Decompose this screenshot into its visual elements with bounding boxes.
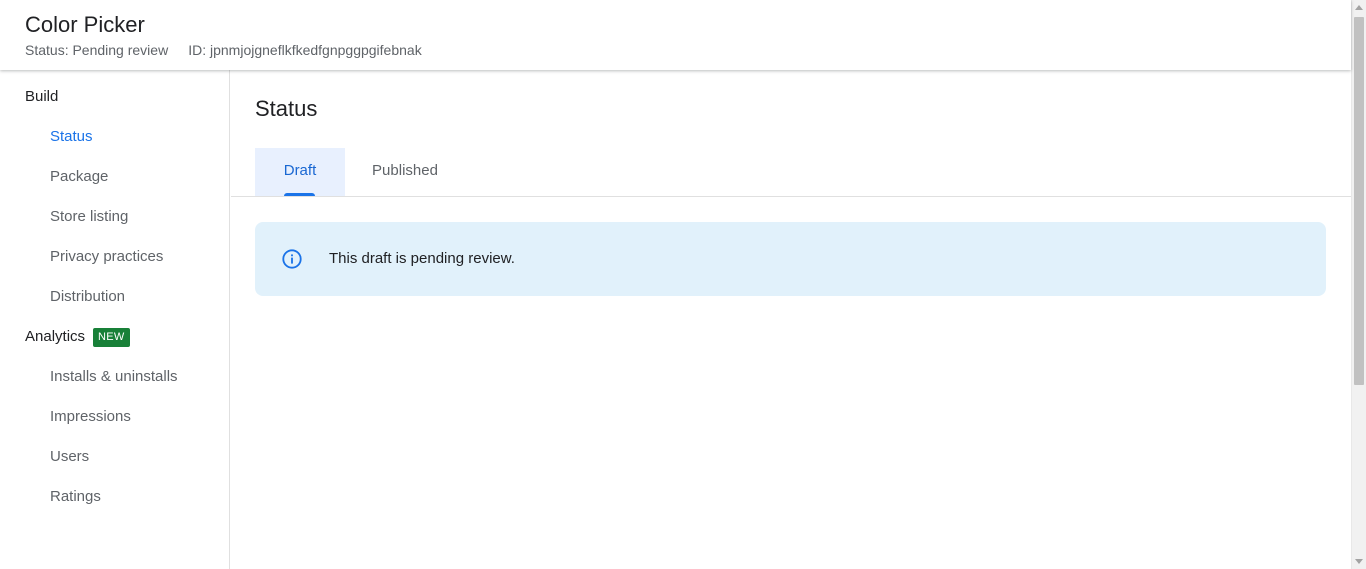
tab-label: Draft	[283, 162, 317, 179]
sidebar-item-users[interactable]: Users	[50, 447, 89, 467]
main-content: Status Draft Published This draft is pen…	[231, 70, 1351, 569]
sidebar-section-analytics: Analytics NEW	[25, 327, 130, 347]
sidebar-item-ratings[interactable]: Ratings	[50, 487, 101, 507]
sidebar: Build Status Package Store listing Priva…	[0, 70, 230, 569]
tab-selected-indicator	[284, 193, 315, 196]
app-title: Color Picker	[25, 12, 145, 37]
info-banner: This draft is pending review.	[255, 222, 1326, 296]
tab-bar: Draft Published	[231, 148, 1351, 197]
sidebar-item-package[interactable]: Package	[50, 167, 108, 187]
scroll-up-icon[interactable]	[1355, 5, 1363, 10]
sidebar-item-status[interactable]: Status	[50, 127, 93, 147]
vertical-scrollbar[interactable]	[1351, 0, 1366, 569]
sidebar-section-label: Build	[25, 88, 59, 105]
app-header: Color Picker Status: Pending review ID: j…	[0, 0, 1351, 70]
sidebar-item-store-listing[interactable]: Store listing	[50, 207, 128, 227]
scroll-down-icon[interactable]	[1355, 559, 1363, 564]
page-title: Status	[255, 96, 318, 121]
tab-label: Published	[372, 162, 438, 179]
sidebar-item-installs-uninstalls[interactable]: Installs & uninstalls	[50, 367, 178, 387]
item-id-text: ID: jpnmjojgneflkfkedfgnpggpgifebnak	[188, 42, 422, 58]
sidebar-item-distribution[interactable]: Distribution	[50, 287, 125, 307]
sidebar-section-label: Analytics	[25, 328, 86, 345]
new-badge: NEW	[93, 327, 130, 347]
tab-draft[interactable]: Draft	[255, 148, 345, 196]
tab-published[interactable]: Published	[359, 148, 451, 196]
info-icon	[282, 249, 302, 269]
sidebar-section-build: Build	[25, 87, 58, 107]
status-text: Status: Pending review	[25, 42, 169, 58]
sidebar-item-impressions[interactable]: Impressions	[50, 407, 131, 427]
scrollbar-thumb[interactable]	[1354, 17, 1364, 385]
app-root: Color Picker Status: Pending review ID: j…	[0, 0, 1366, 569]
header-meta: Status: Pending review ID: jpnmjojgneflkf…	[25, 42, 422, 58]
sidebar-item-privacy-practices[interactable]: Privacy practices	[50, 247, 163, 267]
banner-message: This draft is pending review.	[329, 250, 515, 267]
